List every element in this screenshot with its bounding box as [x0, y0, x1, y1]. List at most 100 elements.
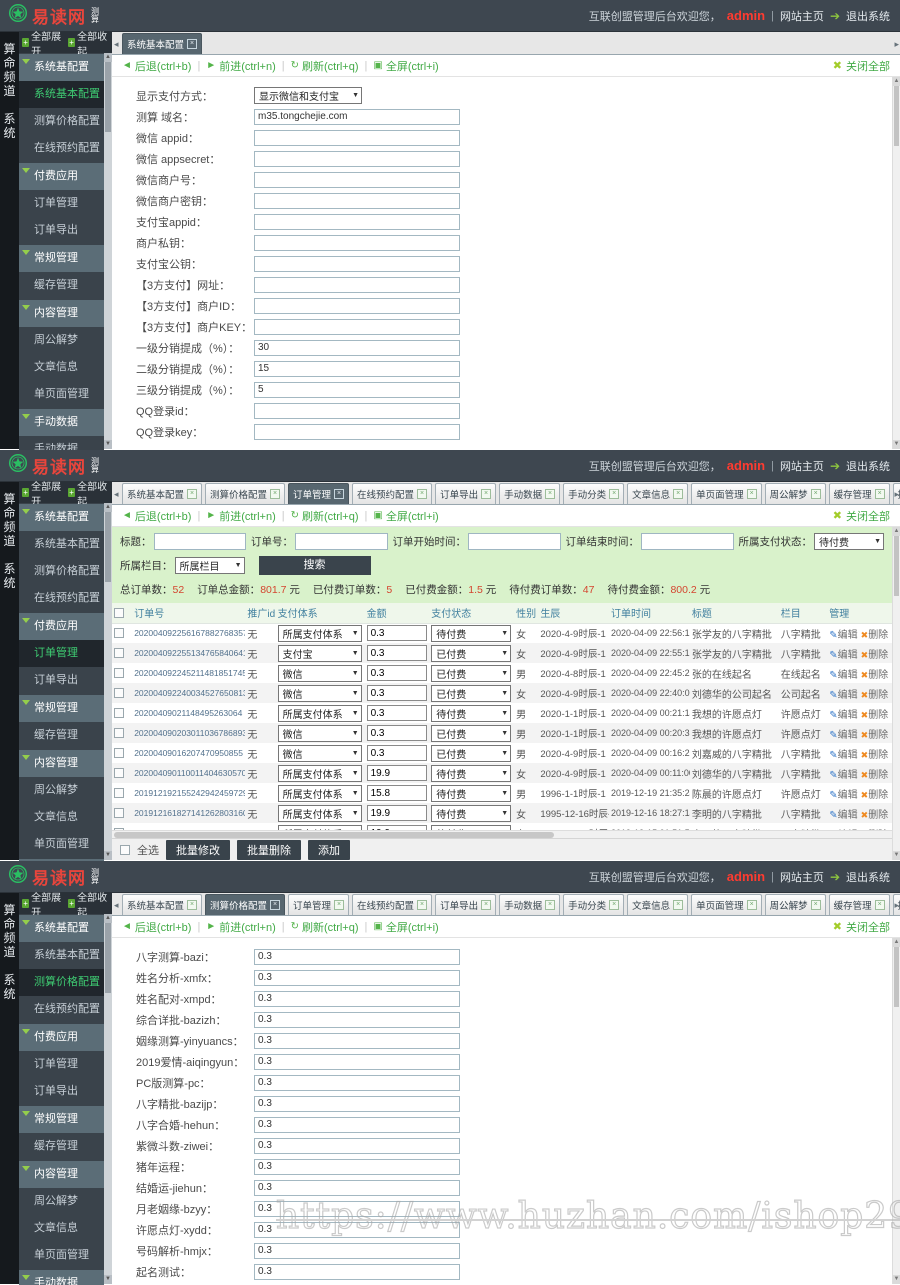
- field-input[interactable]: [254, 171, 460, 188]
- sidebar-item[interactable]: 周公解梦: [19, 327, 104, 354]
- sidebar-item[interactable]: 周公解梦: [19, 777, 104, 804]
- channel-tab-1[interactable]: 系统: [0, 562, 19, 590]
- sidebar-item[interactable]: 在线预约配置: [19, 135, 104, 162]
- amount-input[interactable]: [366, 645, 427, 661]
- content-scrollbar[interactable]: ▲ ▼: [892, 938, 900, 1284]
- amount-input[interactable]: [366, 785, 427, 801]
- tabs-scroll-right-icon[interactable]: ▸: [894, 489, 899, 500]
- sidebar-group[interactable]: 内容管理: [19, 300, 104, 327]
- sidebar-group[interactable]: 内容管理: [19, 750, 104, 777]
- amount-input[interactable]: [366, 625, 427, 642]
- scroll-thumb[interactable]: [894, 86, 899, 146]
- tab[interactable]: 周公解梦 ×: [764, 894, 826, 915]
- field-input[interactable]: [254, 948, 460, 965]
- toolbar-refresh-button[interactable]: ↻ 刷新(ctrl+q): [291, 58, 359, 74]
- tab-close-icon[interactable]: ×: [481, 900, 492, 910]
- tab-close-icon[interactable]: ×: [187, 489, 198, 499]
- row-checkbox[interactable]: [114, 747, 124, 758]
- field-input[interactable]: [254, 1011, 460, 1028]
- sidebar-item[interactable]: 订单管理: [19, 190, 104, 217]
- pay-status-select[interactable]: 待付费 ▼: [431, 704, 512, 722]
- logout-link[interactable]: 退出系统: [846, 458, 890, 474]
- tabs-scroll-left-icon[interactable]: ◂: [114, 900, 119, 911]
- delete-link[interactable]: ✖删除: [861, 750, 889, 761]
- sidebar-group[interactable]: 系统基配置: [19, 504, 104, 531]
- logout-link[interactable]: 退出系统: [846, 8, 890, 24]
- start-time-filter-input[interactable]: [468, 533, 561, 550]
- tab[interactable]: 订单导出 ×: [435, 894, 497, 915]
- row-checkbox[interactable]: [114, 787, 124, 798]
- pay-status-select[interactable]: 已付费 ▼: [431, 664, 512, 682]
- scroll-thumb[interactable]: [105, 512, 111, 582]
- field-input[interactable]: [254, 381, 460, 398]
- field-input[interactable]: [254, 108, 460, 125]
- sidebar-item[interactable]: 订单管理: [19, 640, 104, 667]
- edit-link[interactable]: ✎编辑: [829, 630, 857, 641]
- expand-all-button[interactable]: + 全部展开: [22, 478, 63, 508]
- field-input[interactable]: [254, 339, 460, 356]
- edit-link[interactable]: ✎编辑: [829, 670, 857, 681]
- tab-close-icon[interactable]: ×: [417, 900, 428, 910]
- row-checkbox[interactable]: [114, 687, 124, 698]
- scroll-up-icon[interactable]: ▲: [104, 914, 112, 923]
- amount-input[interactable]: [366, 765, 427, 781]
- toolbar-refresh-button[interactable]: ↻ 刷新(ctrl+q): [291, 919, 359, 935]
- field-input[interactable]: [254, 129, 460, 146]
- tab[interactable]: 周公解梦 ×: [764, 483, 826, 504]
- collapse-all-button[interactable]: + 全部收起: [68, 28, 109, 58]
- scroll-up-icon[interactable]: ▲: [893, 77, 900, 86]
- field-input[interactable]: [254, 1158, 460, 1175]
- delete-link[interactable]: ✖删除: [861, 670, 889, 681]
- pay-system-select[interactable]: 微信 ▼: [277, 684, 362, 702]
- field-input[interactable]: [254, 1179, 460, 1196]
- sidebar-item[interactable]: 单页面管理: [19, 381, 104, 408]
- toolbar-fullscreen-button[interactable]: ▣ 全屏(ctrl+i): [373, 919, 438, 935]
- tab-close-icon[interactable]: ×: [334, 489, 345, 499]
- sidebar-item[interactable]: 手动数据: [19, 436, 104, 450]
- field-input[interactable]: [254, 297, 460, 314]
- field-input[interactable]: [254, 213, 460, 230]
- scroll-down-icon[interactable]: ▼: [893, 1275, 900, 1284]
- scroll-up-icon[interactable]: ▲: [104, 53, 112, 62]
- content-scrollbar[interactable]: ▲ ▼: [892, 77, 900, 449]
- scroll-down-icon[interactable]: ▼: [104, 1275, 112, 1284]
- pay-system-select[interactable]: 所属支付体系 ▼: [277, 804, 362, 822]
- tab-close-icon[interactable]: ×: [810, 900, 821, 910]
- field-input[interactable]: [254, 1074, 460, 1091]
- field-input[interactable]: [254, 1263, 460, 1280]
- sidebar-item[interactable]: 缓存管理: [19, 722, 104, 749]
- sidebar-item[interactable]: 订单导出: [19, 1078, 104, 1105]
- tab[interactable]: 缓存管理 ×: [828, 483, 890, 504]
- sidebar-item[interactable]: 系统基本配置: [19, 531, 104, 558]
- sidebar-item[interactable]: 订单导出: [19, 667, 104, 694]
- delete-link[interactable]: ✖删除: [861, 730, 889, 741]
- batch-delete-button[interactable]: 批量删除: [237, 839, 301, 860]
- field-input[interactable]: [254, 150, 460, 167]
- tab[interactable]: 手动数据 ×: [499, 894, 561, 915]
- tab[interactable]: 手动数据 ×: [499, 483, 561, 504]
- scroll-up-icon[interactable]: ▲: [893, 938, 900, 947]
- pay-system-select[interactable]: 所属支付体系 ▼: [277, 764, 362, 782]
- row-checkbox[interactable]: [114, 727, 124, 738]
- channel-tab-1[interactable]: 系统: [0, 973, 19, 1001]
- row-checkbox[interactable]: [114, 767, 124, 778]
- toolbar-refresh-button[interactable]: ↻ 刷新(ctrl+q): [291, 508, 359, 524]
- edit-link[interactable]: ✎编辑: [829, 730, 857, 741]
- field-input[interactable]: [254, 234, 460, 251]
- sidebar-group[interactable]: 付费应用: [19, 613, 104, 640]
- tab[interactable]: 文章信息 ×: [627, 483, 689, 504]
- delete-link[interactable]: ✖删除: [861, 690, 889, 701]
- horizontal-scrollbar[interactable]: [112, 830, 892, 838]
- tab[interactable]: 系统基本配置 ×: [122, 894, 203, 915]
- tabs-scroll-right-icon[interactable]: ▸: [894, 900, 899, 911]
- tab[interactable]: 系统基本配置 ×: [122, 483, 203, 504]
- sidebar-group[interactable]: 常规管理: [19, 1106, 104, 1133]
- pay-system-select[interactable]: 微信 ▼: [277, 664, 362, 682]
- collapse-all-button[interactable]: + 全部收起: [68, 478, 109, 508]
- select-all-control[interactable]: [120, 844, 130, 856]
- tab-close-icon[interactable]: ×: [609, 900, 620, 910]
- tab-close-icon[interactable]: ×: [417, 489, 428, 499]
- pay-system-select[interactable]: 支付宝 ▼: [277, 644, 362, 662]
- pay-status-select[interactable]: 已付费 ▼: [431, 724, 512, 742]
- toolbar-forward-button[interactable]: ► 前进(ctrl+n): [206, 508, 275, 524]
